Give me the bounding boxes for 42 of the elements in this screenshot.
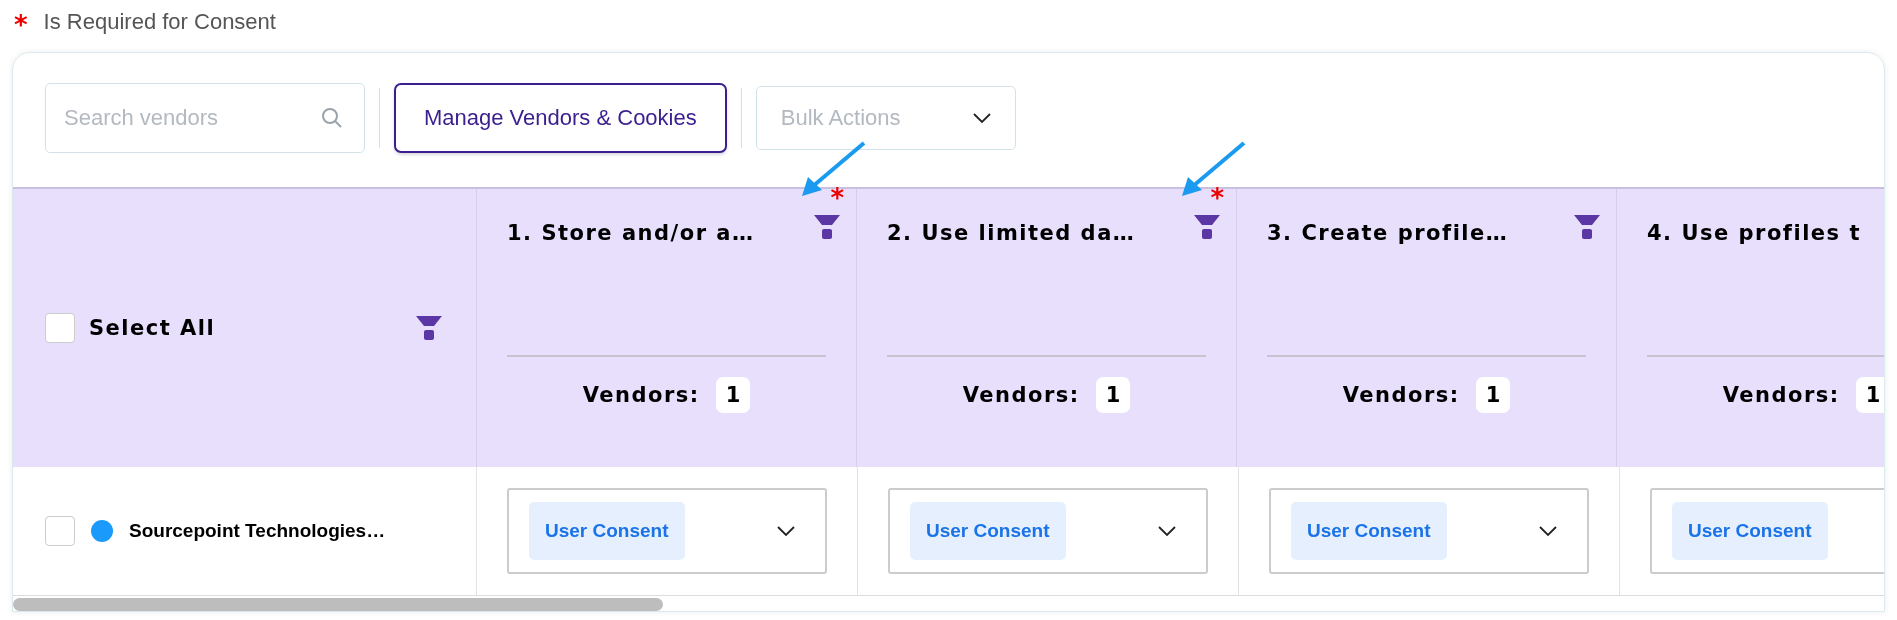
vendors-count: 1 xyxy=(1855,377,1884,413)
filter-icon[interactable] xyxy=(1574,215,1600,239)
chevron-down-icon xyxy=(1539,525,1557,537)
column-title: 3. Create profile… xyxy=(1267,220,1509,245)
required-asterisk: * xyxy=(1210,183,1224,213)
legend-label: Is Required for Consent xyxy=(43,9,276,35)
consent-chip: User Consent xyxy=(1291,502,1447,560)
consent-dropdown[interactable]: User Consent xyxy=(888,488,1208,574)
search-field[interactable]: Search vendors xyxy=(45,83,365,153)
vendors-label: Vendors: xyxy=(962,383,1080,407)
filter-icon[interactable] xyxy=(416,316,442,340)
vendors-label: Vendors: xyxy=(1342,383,1460,407)
column-title: 2. Use limited da… xyxy=(887,220,1136,245)
chevron-down-icon xyxy=(972,112,991,124)
consent-dropdown[interactable]: User Consent xyxy=(1269,488,1589,574)
filter-icon[interactable] xyxy=(814,215,840,239)
search-icon xyxy=(321,107,343,129)
consent-chip: User Consent xyxy=(1672,502,1828,560)
consent-dropdown[interactable]: User Consent xyxy=(507,488,827,574)
select-all-label: Select All xyxy=(89,316,217,340)
required-asterisk: * xyxy=(830,183,844,213)
chevron-down-icon xyxy=(1158,525,1176,537)
vendors-count: 1 xyxy=(715,377,751,413)
chevron-down-icon xyxy=(777,525,795,537)
row-checkbox[interactable] xyxy=(45,516,75,546)
bulk-actions-dropdown[interactable]: Bulk Actions xyxy=(755,86,1016,150)
consent-chip: User Consent xyxy=(529,502,685,560)
vendors-count: 1 xyxy=(1095,377,1131,413)
required-asterisk: * xyxy=(14,9,28,38)
vendors-label: Vendors: xyxy=(1722,383,1840,407)
vendors-label: Vendors: xyxy=(582,383,700,407)
vendors-count: 1 xyxy=(1475,377,1511,413)
annotation-arrow xyxy=(1180,141,1246,199)
consent-dropdown[interactable]: User Consent xyxy=(1650,488,1884,574)
annotation-arrow xyxy=(800,141,866,199)
filter-icon[interactable] xyxy=(1194,215,1220,239)
column-title: 4. Use profiles t xyxy=(1647,220,1861,245)
manage-vendors-button[interactable]: Manage Vendors & Cookies xyxy=(394,83,727,153)
vendor-name: Sourcepoint Technologies… xyxy=(129,520,386,542)
consent-chip: User Consent xyxy=(910,502,1066,560)
select-all-checkbox[interactable] xyxy=(45,313,75,343)
column-title: 1. Store and/or a… xyxy=(507,220,755,245)
